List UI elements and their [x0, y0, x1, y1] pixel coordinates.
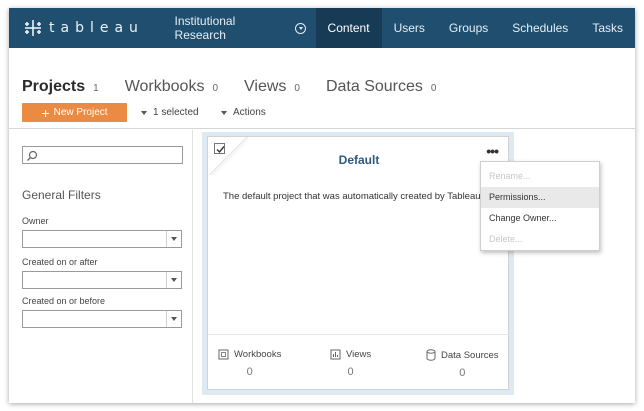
stat-workbooks[interactable]: Workbooks 0: [218, 349, 281, 378]
nav-tab-label: Tasks: [592, 21, 623, 35]
dropdown-arrow-icon: [166, 272, 181, 288]
caret-down-icon: [221, 110, 227, 115]
subtab-projects[interactable]: Projects 1: [22, 78, 99, 96]
menu-item-rename: Rename...: [489, 171, 531, 181]
action-bar: + New Project 1 selected Actions: [9, 99, 635, 129]
nav-tab-label: Users: [393, 21, 425, 35]
logo-wordmark: tableau: [49, 20, 144, 36]
nav-tab-label: Schedules: [512, 21, 569, 35]
owner-filter-select[interactable]: [22, 230, 182, 248]
top-nav-bar: tableau Institutional Research Content U…: [9, 8, 635, 48]
subtab-views[interactable]: Views 0: [244, 78, 300, 96]
site-name: Institutional Research: [174, 14, 236, 42]
nav-tab-label: Content: [327, 21, 370, 35]
created-before-filter-label: Created on or before: [22, 296, 106, 306]
selected-count-label: 1 selected: [153, 107, 199, 118]
tableau-logo-icon: [25, 20, 41, 36]
stat-value: 0: [246, 366, 253, 378]
nav-tab-tasks[interactable]: Tasks: [580, 8, 635, 48]
filter-search-input[interactable]: [22, 146, 183, 164]
datasource-icon: [426, 349, 436, 361]
tableau-logo[interactable]: tableau: [9, 8, 169, 48]
project-card[interactable]: Default ••• The default project that was…: [207, 136, 510, 391]
actions-dropdown[interactable]: Actions: [221, 107, 266, 118]
subtab-data-sources[interactable]: Data Sources 0: [326, 78, 437, 96]
project-stats: Workbooks 0 Views 0 Data Sources 0: [208, 334, 510, 391]
created-after-filter-select[interactable]: [22, 271, 182, 289]
nav-tab-content[interactable]: Content: [315, 8, 382, 48]
stat-label: Views: [346, 349, 372, 360]
subtab-label: Projects: [22, 78, 86, 95]
new-project-button[interactable]: + New Project: [22, 103, 127, 122]
content-subtabs: Projects 1 Workbooks 0 Views 0 Data Sour…: [22, 66, 462, 96]
project-card-selected-highlight: Default ••• The default project that was…: [202, 132, 514, 395]
subtab-workbooks[interactable]: Workbooks 0: [125, 78, 218, 96]
project-context-menu: Rename... Permissions... Change Owner...…: [480, 161, 600, 251]
chevron-down-circle-icon: [294, 22, 306, 34]
menu-item-permissions[interactable]: Permissions...: [481, 187, 599, 208]
stat-value: 0: [347, 366, 354, 378]
nav-tab-schedules[interactable]: Schedules: [500, 8, 580, 48]
menu-item-change-owner[interactable]: Change Owner...: [481, 208, 599, 229]
project-description: The default project that was automatical…: [223, 191, 484, 202]
dropdown-arrow-icon: [166, 311, 181, 327]
plus-icon: +: [41, 104, 50, 121]
actions-label: Actions: [233, 107, 266, 118]
search-icon: [27, 150, 38, 161]
stat-data-sources[interactable]: Data Sources 0: [426, 349, 499, 379]
nav-tab-label: Groups: [448, 21, 489, 35]
app-window: tableau Institutional Research Content U…: [9, 8, 635, 403]
selection-dropdown[interactable]: 1 selected: [141, 107, 199, 118]
stat-label: Workbooks: [234, 349, 282, 360]
subtab-count: 1: [93, 83, 99, 94]
subtab-label: Views: [244, 78, 287, 95]
subtab-count: 0: [430, 83, 437, 94]
stat-label: Data Sources: [441, 349, 499, 361]
subtab-label: Workbooks: [124, 78, 205, 95]
subtab-label: Data Sources: [325, 78, 423, 95]
stat-views[interactable]: Views 0: [330, 349, 371, 378]
menu-item-delete: Delete...: [489, 234, 523, 244]
project-title[interactable]: Default: [208, 153, 510, 167]
site-switcher[interactable]: Institutional Research: [169, 8, 316, 48]
filter-sidebar: General Filters Owner Created on or afte…: [9, 130, 193, 403]
more-options-icon[interactable]: •••: [486, 144, 499, 158]
subtab-count: 0: [294, 83, 300, 94]
created-before-filter-select[interactable]: [22, 310, 182, 328]
created-after-filter-label: Created on or after: [22, 257, 98, 267]
nav-tab-groups[interactable]: Groups: [437, 8, 500, 48]
new-project-label: New Project: [53, 107, 108, 118]
workbook-icon: [218, 349, 229, 360]
dropdown-arrow-icon: [166, 231, 181, 247]
subtab-count: 0: [212, 83, 218, 94]
view-icon: [330, 349, 341, 360]
caret-down-icon: [141, 110, 147, 115]
nav-tab-users[interactable]: Users: [382, 8, 437, 48]
owner-filter-label: Owner: [22, 216, 49, 226]
general-filters-heading: General Filters: [22, 188, 101, 202]
stat-value: 0: [459, 367, 466, 379]
